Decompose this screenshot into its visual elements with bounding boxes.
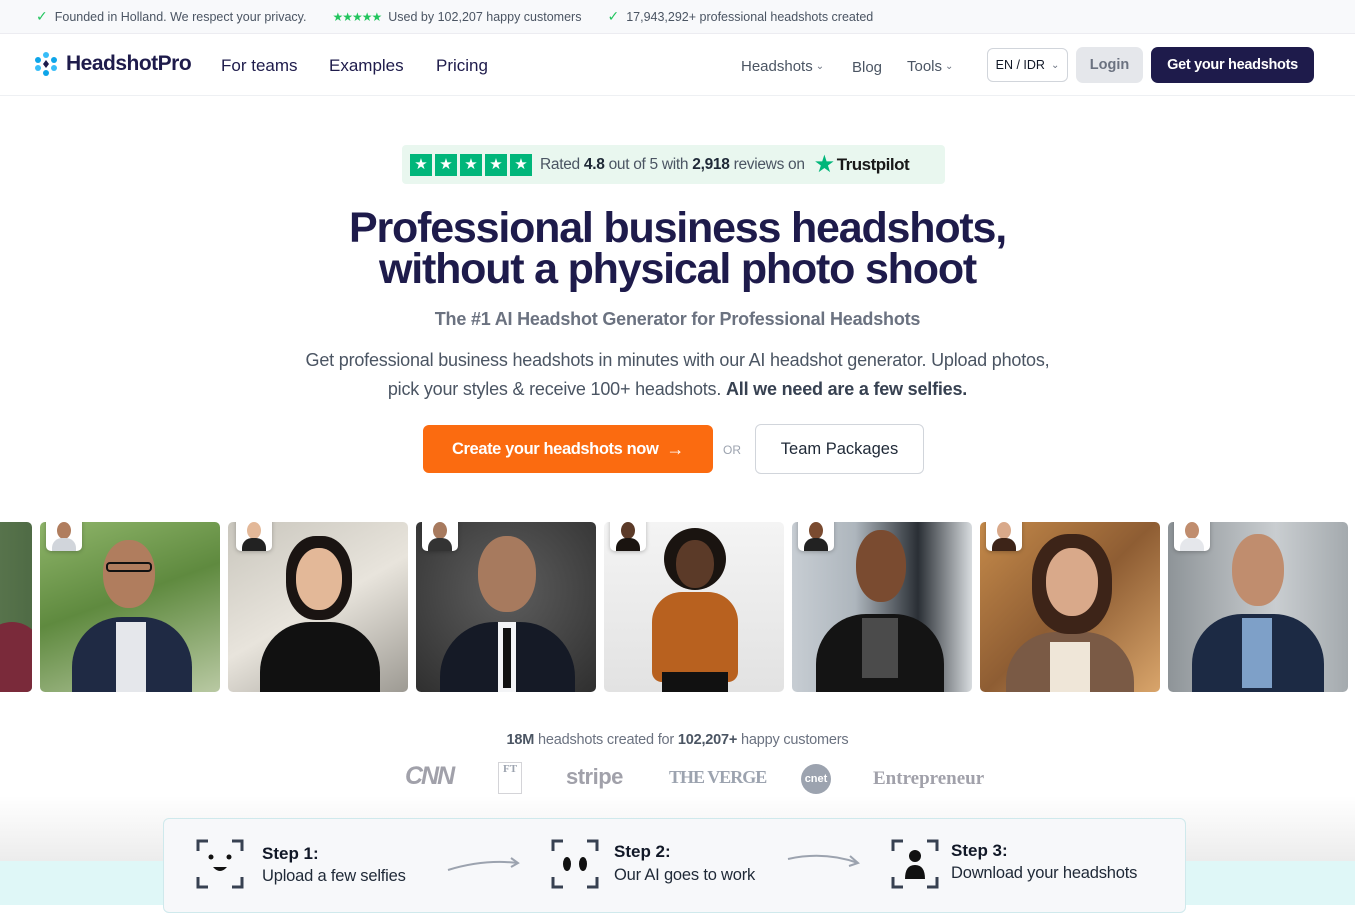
- arrow-right-icon: →: [666, 438, 684, 459]
- logo-text: HeadshotPro: [66, 52, 192, 75]
- step3-desc: Download your headshots: [951, 864, 1138, 882]
- hero-subtitle: The #1 AI Headshot Generator for Profess…: [434, 309, 921, 329]
- language-label: EN / IDR: [995, 58, 1045, 72]
- top-info-bar: ✓ Founded in Holland. We respect your pr…: [0, 0, 1355, 34]
- nav-tools-label: Tools: [907, 58, 943, 75]
- nav-blog[interactable]: Blog: [852, 59, 882, 76]
- hero-title-line2: without a physical photo shoot: [378, 245, 977, 293]
- nav-pricing[interactable]: Pricing: [436, 56, 488, 76]
- main-nav: HeadshotPro For teams Examples Pricing H…: [0, 35, 1355, 96]
- customers-text: Used by 102,207 happy customers: [388, 9, 582, 24]
- or-separator: OR: [723, 443, 741, 457]
- trustpilot-rating[interactable]: ★ ★ ★ ★ ★ Rated 4.8 out of 5 with 2,918 …: [402, 145, 945, 184]
- step2-title: Step 2:: [614, 842, 671, 861]
- step1-desc: Upload a few selfies: [262, 867, 406, 885]
- trustpilot-stars: ★ ★ ★ ★ ★: [410, 153, 532, 176]
- star-icon: ★: [460, 153, 482, 176]
- trustpilot-star-icon: ★: [813, 150, 836, 178]
- stats-mid: headshots created for: [537, 732, 675, 748]
- hero-desc-bold: All we need are a few selfies.: [725, 378, 968, 399]
- trustpilot-logo: ★ Trustpilot: [813, 150, 910, 178]
- language-currency-select[interactable]: EN / IDR ⌄: [987, 48, 1068, 82]
- trustpilot-brand: Trustpilot: [836, 154, 910, 174]
- trust-rated: Rated: [540, 155, 580, 173]
- hero-title-line1: Professional business headshots,: [349, 204, 1007, 252]
- star-icon: ★: [435, 153, 457, 176]
- check-icon: ✓: [36, 8, 48, 24]
- press-logo-cnn: CNN: [405, 762, 455, 790]
- customers-note: ★★★★★ Used by 102,207 happy customers: [332, 10, 581, 24]
- selfie-thumbnail: [236, 522, 272, 551]
- press-logos: CNN FT stripe THE VERGE cnet Entrepreneu…: [0, 760, 1355, 796]
- star-icon: ★: [485, 153, 507, 176]
- selfie-thumbnail: [1174, 522, 1210, 551]
- arrow-icon: [447, 857, 520, 871]
- trust-reviews-on: reviews on: [733, 155, 805, 173]
- hero-title: Professional business headshots, without…: [0, 204, 1355, 293]
- logo-icon: [35, 52, 57, 76]
- selfie-thumbnail: [986, 522, 1022, 551]
- chevron-down-icon: ⌄: [815, 61, 825, 72]
- nav-headshots-label: Headshots: [741, 58, 813, 75]
- chevron-down-icon: ⌄: [1050, 59, 1060, 71]
- step2-desc: Our AI goes to work: [614, 866, 756, 884]
- logo[interactable]: HeadshotPro: [34, 52, 192, 76]
- how-it-works-steps: Step 1: Upload a few selfies Step 2: Our…: [163, 818, 1186, 913]
- step3-title: Step 3:: [951, 841, 1008, 860]
- login-button[interactable]: Login: [1076, 47, 1143, 83]
- download-headshot-icon: [891, 839, 939, 889]
- get-headshots-button[interactable]: Get your headshots: [1151, 47, 1314, 83]
- hero-description: Get professional business headshots in m…: [290, 346, 1065, 403]
- press-logo-cnet: cnet: [801, 764, 831, 794]
- stats-end: happy customers: [741, 732, 849, 748]
- selfie-upload-icon: [196, 839, 244, 889]
- nav-headshots-dropdown[interactable]: Headshots ⌄: [741, 58, 824, 75]
- press-logo-ft: FT: [498, 762, 522, 794]
- arrow-icon: [787, 854, 860, 867]
- headshots-note: ✓ 17,943,292+ professional headshots cre…: [607, 8, 873, 25]
- headshots-text: 17,943,292+ professional headshots creat…: [626, 9, 874, 24]
- press-logo-entrepreneur: Entrepreneur: [873, 768, 985, 789]
- ai-processing-icon: [551, 839, 599, 889]
- selfie-thumbnail: [610, 522, 646, 551]
- usage-stats: 18M headshots created for 102,207+ happy…: [0, 732, 1355, 748]
- chevron-down-icon: ⌄: [945, 61, 954, 72]
- trust-count: 2,918: [692, 155, 730, 173]
- nav-for-teams[interactable]: For teams: [221, 56, 298, 76]
- privacy-text: Founded in Holland. We respect your priv…: [54, 9, 307, 24]
- selfie-thumbnail: [46, 522, 82, 551]
- create-headshots-label: Create your headshots now: [452, 439, 659, 458]
- selfie-thumbnail: [422, 522, 458, 551]
- selfie-thumbnail: [798, 522, 834, 551]
- trust-out-of: out of 5 with: [608, 155, 689, 173]
- nav-tools-dropdown[interactable]: Tools ⌄: [907, 58, 953, 75]
- headshot-gallery: [0, 522, 1355, 692]
- privacy-note: ✓ Founded in Holland. We respect your pr…: [36, 8, 306, 25]
- press-logo-stripe: stripe: [566, 764, 623, 789]
- press-logo-the-verge: THE VERGE: [669, 767, 767, 787]
- headshot-photo: [0, 522, 32, 692]
- stats-count: 18M: [506, 732, 535, 748]
- trust-score: 4.8: [583, 155, 605, 173]
- check-icon: ✓: [607, 8, 620, 24]
- star-icon: ★: [510, 153, 532, 176]
- team-packages-button[interactable]: Team Packages: [755, 424, 924, 474]
- step1-title: Step 1:: [262, 844, 319, 863]
- trust-text: Rated 4.8 out of 5 with 2,918 reviews on: [540, 156, 805, 174]
- star-rating-icon: ★★★★★: [332, 9, 382, 24]
- nav-examples[interactable]: Examples: [329, 56, 404, 76]
- stats-customers: 102,207+: [677, 732, 738, 748]
- star-icon: ★: [410, 153, 432, 176]
- create-headshots-button[interactable]: Create your headshots now →: [423, 425, 713, 473]
